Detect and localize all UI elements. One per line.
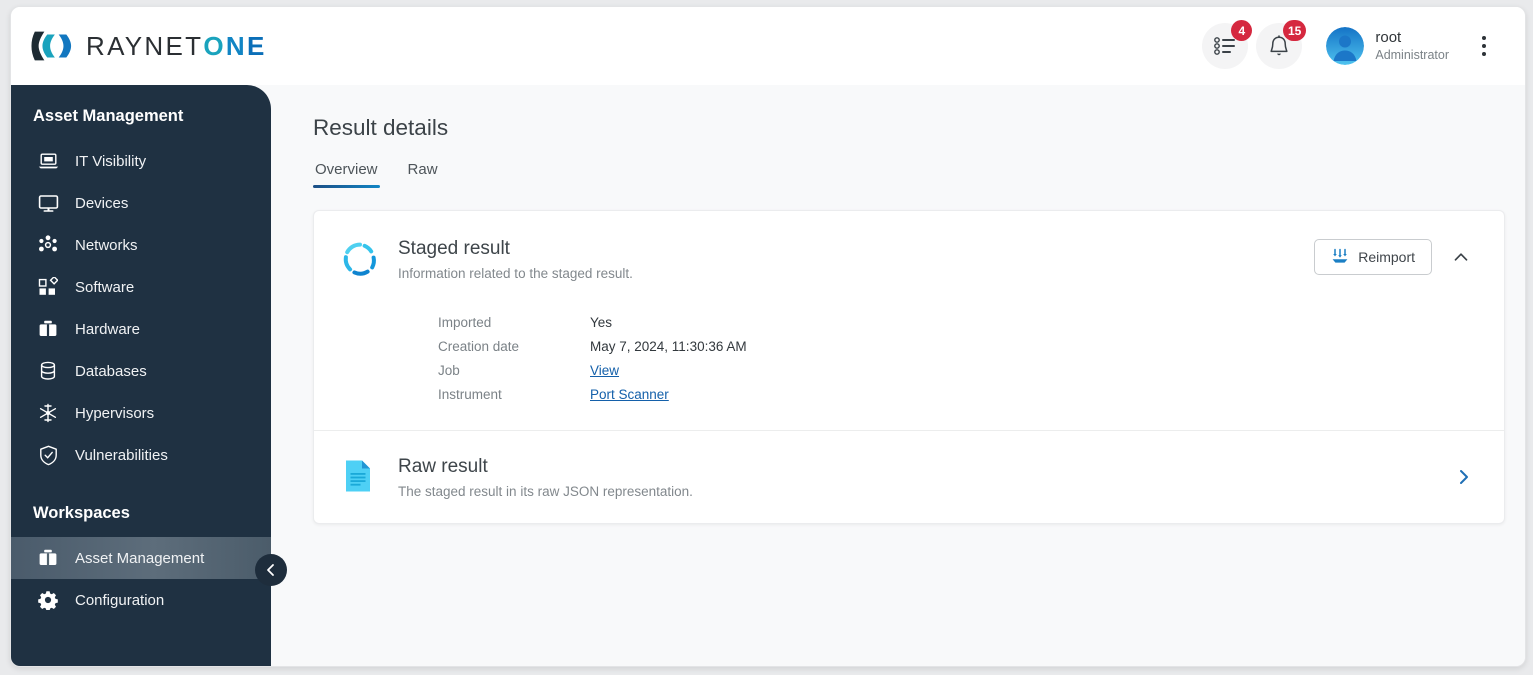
detail-row-creation-date: Creation date May 7, 2024, 11:30:36 AM <box>438 334 1474 358</box>
sidebar-item-devices[interactable]: Devices <box>11 182 271 224</box>
sidebar-item-label: Asset Management <box>75 549 205 567</box>
task-list-icon <box>1214 37 1236 55</box>
main-content: Result details Overview Raw Staged resul… <box>271 85 1525 666</box>
sidebar-item-label: Hardware <box>75 320 141 338</box>
kebab-menu-icon[interactable] <box>1471 29 1497 63</box>
laptop-icon <box>37 150 59 172</box>
brand-logo[interactable]: RAYNETONE <box>31 29 267 63</box>
result-details-card: Staged result Information related to the… <box>313 210 1505 524</box>
notifications-badge: 15 <box>1283 20 1307 41</box>
user-menu[interactable]: root Administrator <box>1326 27 1449 65</box>
sidebar-item-networks[interactable]: Networks <box>11 224 271 266</box>
network-icon <box>37 234 59 256</box>
sidebar: Asset Management IT Visibility Devices N… <box>11 85 287 666</box>
brand-name-e: E <box>246 30 267 61</box>
brand-name-dark: RAYNET <box>86 30 204 61</box>
staged-result-section: Staged result Information related to the… <box>314 211 1504 430</box>
hypervisor-icon <box>37 402 59 424</box>
database-icon <box>37 360 59 382</box>
sidebar-item-it-visibility[interactable]: IT Visibility <box>11 140 271 182</box>
page-title: Result details <box>313 115 449 140</box>
detail-row-imported: Imported Yes <box>438 310 1474 334</box>
detail-label: Instrument <box>438 386 502 402</box>
app-window: RAYNETONE 4 15 root Administrator Asset … <box>10 6 1526 667</box>
sidebar-item-label: Networks <box>75 236 138 254</box>
user-name: root <box>1375 28 1402 46</box>
detail-label: Creation date <box>438 338 520 354</box>
staged-result-subtitle: Information related to the staged result… <box>398 265 633 281</box>
sidebar-item-label: Software <box>75 278 135 296</box>
sidebar-item-hardware[interactable]: Hardware <box>11 308 271 350</box>
tasks-button[interactable]: 4 <box>1202 20 1253 69</box>
sidebar-item-label: Devices <box>75 194 129 212</box>
brand-wordmark: RAYNETONE <box>86 31 267 62</box>
monitor-icon <box>37 192 59 214</box>
detail-value: May 7, 2024, 11:30:36 AM <box>590 338 747 354</box>
user-info: root Administrator <box>1375 29 1449 63</box>
staged-result-header: Staged result Information related to the… <box>342 237 1474 282</box>
reimport-button-label: Reimport <box>1358 249 1415 265</box>
raw-result-text: Raw result The staged result in its raw … <box>384 455 1454 499</box>
app-header: RAYNETONE 4 15 root Administrator <box>11 7 1525 85</box>
user-role: Administrator <box>1375 47 1449 62</box>
sidebar-item-label: Vulnerabilities <box>75 446 168 464</box>
json-document-icon <box>342 455 384 498</box>
sidebar-item-label: Configuration <box>75 591 165 609</box>
sidebar-item-label: Databases <box>75 362 147 380</box>
sidebar-workspace-configuration[interactable]: Configuration <box>11 579 271 621</box>
gear-icon <box>37 589 59 611</box>
software-blocks-icon <box>37 276 59 298</box>
detail-label: Imported <box>438 314 492 330</box>
avatar <box>1326 27 1365 65</box>
raw-result-open-button[interactable] <box>1454 467 1474 487</box>
tab-bar: Overview Raw <box>313 161 1483 188</box>
staged-result-title: Staged result <box>398 238 510 259</box>
sidebar-item-software[interactable]: Software <box>11 266 271 308</box>
chevron-right-icon <box>1460 469 1468 484</box>
sidebar-item-vulnerabilities[interactable]: Vulnerabilities <box>11 434 271 476</box>
tab-raw[interactable]: Raw <box>406 161 440 188</box>
chevron-left-icon <box>267 564 274 576</box>
tab-overview[interactable]: Overview <box>313 161 380 188</box>
sidebar-item-label: Hypervisors <box>75 404 155 422</box>
sidebar-workspaces-title: Workspaces <box>33 504 130 522</box>
raw-result-subtitle: The staged result in its raw JSON repres… <box>398 483 693 499</box>
staged-result-collapse-button[interactable] <box>1448 244 1474 270</box>
sidebar-item-databases[interactable]: Databases <box>11 350 271 392</box>
staged-result-details: Imported Yes Creation date May 7, 2024, … <box>438 310 1474 406</box>
brand-name-o: O <box>203 30 226 61</box>
chevron-up-icon <box>1454 253 1468 261</box>
avatar-icon <box>1326 27 1365 65</box>
import-icon <box>1331 247 1349 268</box>
staged-result-actions: Reimport <box>1314 237 1474 275</box>
tasks-badge: 4 <box>1231 20 1253 41</box>
detail-row-job: Job View <box>438 358 1474 382</box>
sidebar-section-title: Asset Management <box>33 107 184 125</box>
detail-label: Job <box>438 362 460 378</box>
toolbox-icon <box>37 318 59 340</box>
sidebar-item-hypervisors[interactable]: Hypervisors <box>11 392 271 434</box>
sidebar-collapse-button[interactable] <box>255 554 287 586</box>
staged-result-text: Staged result Information related to the… <box>384 237 1314 281</box>
shield-check-icon <box>37 444 59 466</box>
sidebar-item-label: IT Visibility <box>75 152 147 170</box>
job-view-link[interactable]: View <box>590 363 619 378</box>
detail-row-instrument: Instrument Port Scanner <box>438 382 1474 406</box>
sidebar-workspace-asset-management[interactable]: Asset Management <box>11 537 271 579</box>
raynet-logo-icon <box>31 29 73 63</box>
brand-name-n: N <box>225 30 247 61</box>
toolbox-icon <box>37 547 59 569</box>
instrument-link[interactable]: Port Scanner <box>590 387 669 402</box>
notifications-button[interactable]: 15 <box>1256 20 1307 69</box>
reimport-button[interactable]: Reimport <box>1314 239 1432 275</box>
raw-result-title: Raw result <box>398 456 488 477</box>
header-actions: 4 15 root Administrator <box>1202 20 1497 69</box>
spinner-circle-icon <box>342 237 384 282</box>
detail-value: Yes <box>590 314 613 330</box>
raw-result-row[interactable]: Raw result The staged result in its raw … <box>314 431 1504 523</box>
